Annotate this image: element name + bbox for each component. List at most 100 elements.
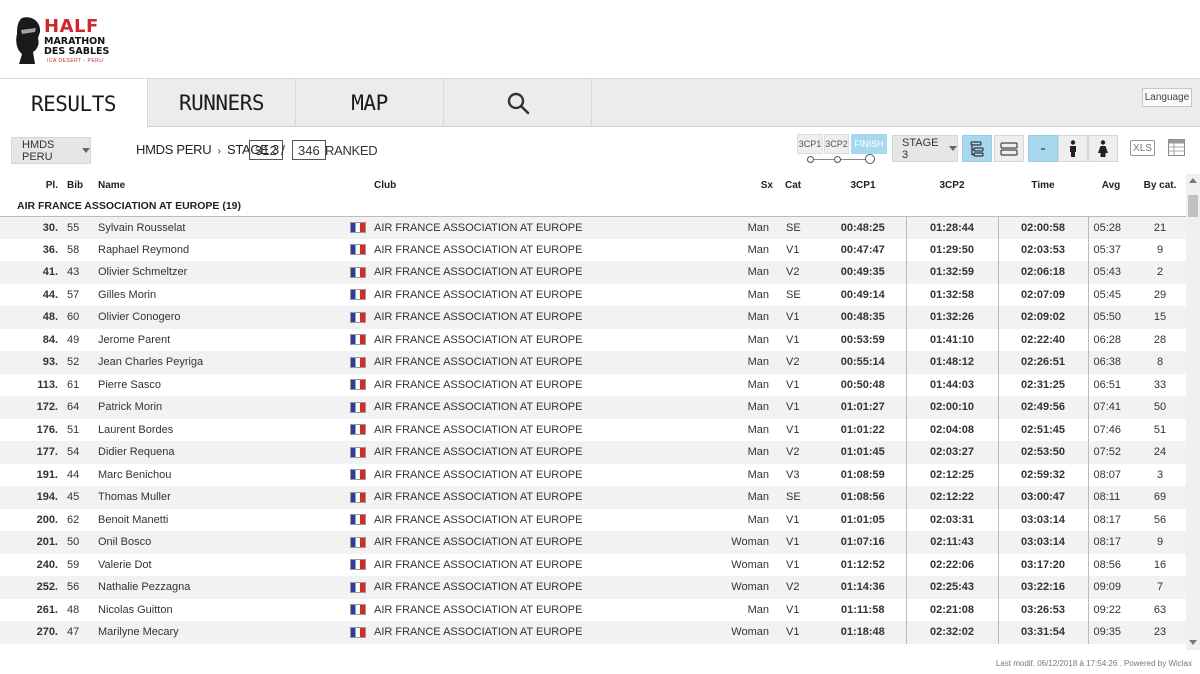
breadcrumb-separator: ›: [217, 146, 221, 157]
header-time[interactable]: Time: [998, 174, 1088, 196]
table-row[interactable]: 44. 57 Gilles Morin AIR FRANCE ASSOCIATION …: [0, 283, 1186, 307]
header-club[interactable]: Club: [374, 174, 716, 196]
checkpoint-finish-button[interactable]: FINISH: [851, 134, 887, 154]
cell-bib: 62: [67, 513, 80, 526]
cell-avg: 07:46: [1093, 423, 1122, 436]
table-row[interactable]: 84. 49 Jerome Parent AIR FRANCE ASSOCIATION…: [0, 328, 1186, 352]
cell-time: 02:00:58: [998, 216, 1089, 239]
header-flag: [341, 174, 374, 196]
stage-select-value: STAGE 3: [902, 136, 939, 161]
cell-club: AIR FRANCE ASSOCIATION AT EUROPE: [374, 306, 716, 329]
cell-3cp2: 02:04:08: [906, 418, 999, 441]
race-select[interactable]: HMDS PERU: [11, 137, 91, 164]
view-list-button[interactable]: [994, 135, 1024, 162]
cell-bycat: 21: [1134, 216, 1186, 239]
checkpoint-3cp2-button[interactable]: 3CP2: [824, 134, 849, 154]
gender-woman-button[interactable]: [1088, 135, 1118, 162]
scroll-thumb[interactable]: [1188, 195, 1198, 217]
tab-map[interactable]: MAP: [296, 79, 444, 127]
table-row[interactable]: 48. 60 Olivier Conogero AIR FRANCE ASSOCIAT…: [0, 306, 1186, 329]
cell-sex: Man: [716, 351, 775, 374]
checkpoint-dot-2[interactable]: [834, 156, 841, 163]
cell-name[interactable]: Olivier Schmeltzer: [96, 261, 341, 284]
tab-search[interactable]: [444, 79, 592, 127]
table-row[interactable]: 176. 51 Laurent Bordes AIR FRANCE ASSOCIATI…: [0, 418, 1186, 442]
checkpoint-dot-finish[interactable]: [865, 154, 875, 164]
header-name[interactable]: Name: [96, 174, 341, 196]
table-row[interactable]: 270. 47 Marilyne Mecary AIR FRANCE ASSOCIAT…: [0, 621, 1186, 644]
cell-name[interactable]: Laurent Bordes: [96, 419, 341, 442]
cell-name[interactable]: Benoit Manetti: [96, 509, 341, 532]
cell-name[interactable]: Didier Requena: [96, 441, 341, 464]
cell-name[interactable]: Onil Bosco: [96, 531, 341, 554]
brand-logo[interactable]: HALF MARATHON DES SABLES ICA DESERT - PE…: [14, 16, 124, 68]
cell-name[interactable]: Thomas Muller: [96, 486, 341, 509]
cell-name[interactable]: Nicolas Guitton: [96, 599, 341, 622]
header-pl[interactable]: Pl.: [0, 174, 58, 196]
table-row[interactable]: 194. 45 Thomas Muller AIR FRANCE ASSOCIATIO…: [0, 486, 1186, 509]
header-cat[interactable]: Cat: [775, 174, 820, 196]
table-row[interactable]: 261. 48 Nicolas Guitton AIR FRANCE ASSOCIAT…: [0, 598, 1186, 622]
vertical-scrollbar[interactable]: [1186, 174, 1200, 650]
cell-name[interactable]: Jerome Parent: [96, 329, 341, 352]
table-row[interactable]: 36. 58 Raphael Reymond AIR FRANCE ASSOCIATI…: [0, 238, 1186, 262]
cell-name[interactable]: Gilles Morin: [96, 284, 341, 307]
table-row[interactable]: 113. 61 Pierre Sasco AIR FRANCE ASSOCIATION…: [0, 373, 1186, 397]
tab-results[interactable]: RESULTS: [0, 79, 148, 128]
cell-avg: 09:35: [1088, 621, 1134, 644]
view-grouped-button[interactable]: [962, 135, 992, 162]
header-sx[interactable]: Sx: [716, 174, 775, 196]
cell-name[interactable]: Marc Benichou: [96, 464, 341, 487]
cell-avg: 05:43: [1088, 261, 1134, 284]
table-row[interactable]: 252. 56 Nathalie Pezzagna AIR FRANCE ASSOCI…: [0, 576, 1186, 599]
table-row[interactable]: 191. 44 Marc Benichou AIR FRANCE ASSOCIATIO…: [0, 463, 1186, 487]
cell-time: 02:49:56: [998, 396, 1089, 419]
header-bycat[interactable]: By cat.: [1134, 174, 1186, 196]
header-bib[interactable]: Bib: [58, 174, 96, 196]
cell-name[interactable]: Raphael Reymond: [96, 239, 341, 262]
table-row[interactable]: 201. 50 Onil Bosco AIR FRANCE ASSOCIATION A…: [0, 531, 1186, 554]
cell-place: 36.: [42, 243, 58, 256]
header-3cp2[interactable]: 3CP2: [906, 174, 998, 196]
spreadsheet-icon[interactable]: [1168, 139, 1185, 156]
scroll-up-icon[interactable]: [1189, 178, 1197, 183]
cell-name[interactable]: Jean Charles Peyriga: [96, 351, 341, 374]
cell-name[interactable]: Marilyne Mecary: [96, 621, 341, 644]
cell-name[interactable]: Nathalie Pezzagna: [96, 576, 341, 599]
header-avg[interactable]: Avg: [1088, 174, 1134, 196]
tab-runners[interactable]: RUNNERS: [148, 79, 296, 127]
table-row[interactable]: 177. 54 Didier Requena AIR FRANCE ASSOCIATI…: [0, 441, 1186, 464]
checkpoint-3cp1-button[interactable]: 3CP1: [797, 134, 823, 154]
table-row[interactable]: 200. 62 Benoit Manetti AIR FRANCE ASSOCIATI…: [0, 508, 1186, 532]
gender-all-button[interactable]: [1028, 135, 1058, 162]
table-row[interactable]: 240. 59 Valerie Dot AIR FRANCE ASSOCIATION …: [0, 553, 1186, 577]
cell-name[interactable]: Pierre Sasco: [96, 374, 341, 397]
cell-name[interactable]: Valerie Dot: [96, 554, 341, 577]
cell-flag: [341, 576, 374, 599]
cell-name[interactable]: Patrick Morin: [96, 396, 341, 419]
cell-name[interactable]: Olivier Conogero: [96, 306, 341, 329]
table-row[interactable]: 41. 43 Olivier Schmeltzer AIR FRANCE ASSOCI…: [0, 261, 1186, 284]
table-row[interactable]: 30. 55 Sylvain Rousselat AIR FRANCE ASSOCIA…: [0, 216, 1186, 239]
brand-line4: ICA DESERT - PERU: [47, 58, 104, 64]
cell-name[interactable]: Sylvain Rousselat: [96, 216, 341, 239]
cell-time: 02:06:18: [998, 261, 1089, 284]
header-3cp1[interactable]: 3CP1: [820, 174, 906, 196]
export-xls-button[interactable]: XLS: [1130, 140, 1155, 156]
cell-bycat: 2: [1134, 261, 1186, 284]
checkpoint-dot-1[interactable]: [807, 156, 814, 163]
cell-club: AIR FRANCE ASSOCIATION AT EUROPE: [374, 333, 583, 346]
cell-avg: 08:07: [1093, 468, 1122, 481]
cell-category: V1: [786, 513, 800, 526]
cell-bycat: 24: [1134, 441, 1186, 464]
cell-flag: [341, 441, 374, 464]
language-button[interactable]: Language: [1142, 88, 1192, 107]
france-flag-icon: [349, 559, 366, 571]
gender-man-button[interactable]: [1058, 135, 1088, 162]
table-row[interactable]: 172. 64 Patrick Morin AIR FRANCE ASSOCIATIO…: [0, 396, 1186, 419]
stage-select[interactable]: STAGE 3: [892, 135, 958, 162]
cell-time: 02:31:25: [998, 373, 1089, 396]
cell-club: AIR FRANCE ASSOCIATION AT EUROPE: [374, 558, 583, 571]
scroll-down-icon[interactable]: [1189, 640, 1197, 645]
table-row[interactable]: 93. 52 Jean Charles Peyriga AIR FRANCE ASSO…: [0, 351, 1186, 374]
